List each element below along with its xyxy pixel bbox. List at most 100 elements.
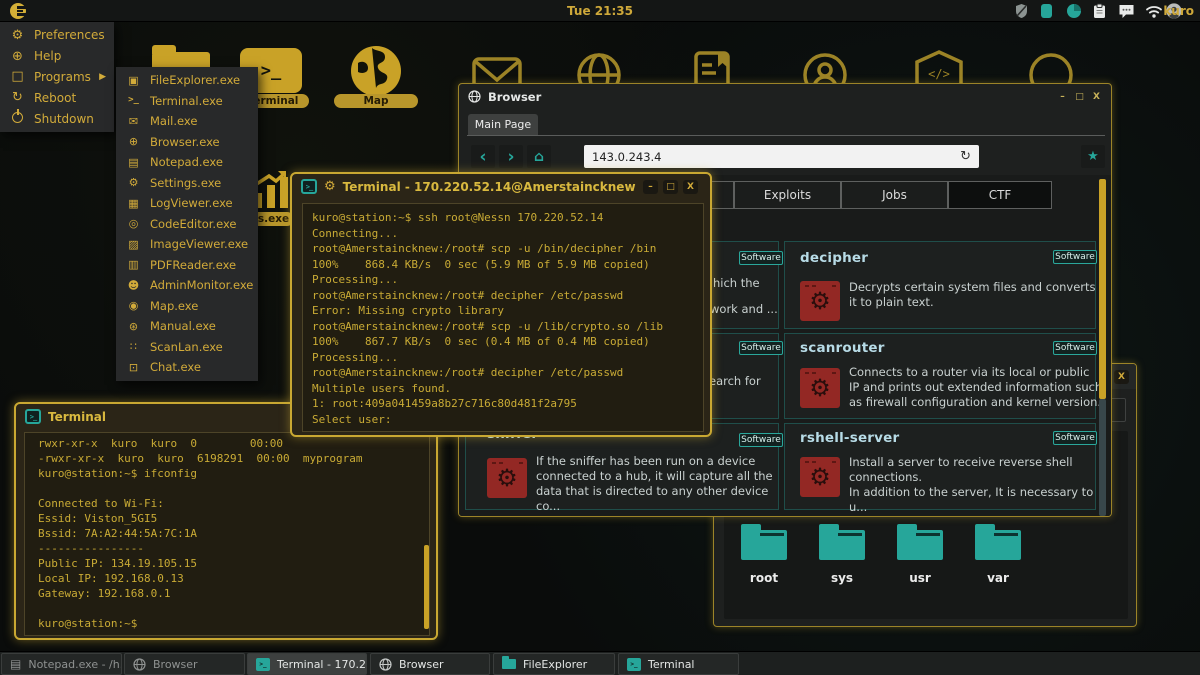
- menu-item-imageviewer-exe[interactable]: ▨ImageViewer.exe: [116, 234, 258, 255]
- tab-jobs[interactable]: Jobs: [841, 181, 948, 209]
- menu-item-codeeditor-exe[interactable]: ◎ CodeEditor.exe: [116, 214, 258, 235]
- terminal-glyph: >_: [261, 61, 281, 81]
- taskbar-item-label: Browser: [153, 658, 198, 671]
- menu-item-help[interactable]: ⊕ Help: [0, 46, 114, 67]
- globe-icon: ⊕: [126, 135, 141, 148]
- software-description: If the sniffer has been run on a device …: [536, 454, 774, 514]
- globe-icon: ◉: [126, 299, 141, 312]
- folder-icon-var[interactable]: [975, 530, 1021, 560]
- menu-item-pdfreader-exe[interactable]: ▥PDFReader.exe: [116, 255, 258, 276]
- chat-icon[interactable]: [1118, 4, 1135, 19]
- maximize-button[interactable]: □: [1072, 90, 1087, 104]
- folder-icon-root[interactable]: [741, 530, 787, 560]
- desktop-label-map[interactable]: Map: [334, 94, 418, 108]
- software-badge: Software: [1053, 250, 1097, 264]
- folder-label[interactable]: var: [975, 571, 1021, 585]
- close-button[interactable]: X: [1089, 90, 1104, 104]
- menu-item-settings-exe[interactable]: ⚙Settings.exe: [116, 173, 258, 194]
- menu-item-label: Browser.exe: [150, 135, 220, 149]
- desktop-icon-stocks[interactable]: [252, 170, 292, 208]
- globe-icon: [379, 658, 392, 671]
- menu-item-terminal-exe[interactable]: >_Terminal.exe: [116, 91, 258, 112]
- disk-usage-icon[interactable]: [1066, 3, 1082, 19]
- menu-item-manual-exe[interactable]: ⊛Manual.exe: [116, 316, 258, 337]
- software-title: rshell-server: [800, 430, 899, 446]
- menu-item-chat-exe[interactable]: ⊡Chat.exe: [116, 357, 258, 378]
- folder-icon-usr[interactable]: [897, 530, 943, 560]
- back-button[interactable]: ‹: [471, 145, 495, 168]
- taskbar-item-terminal-local[interactable]: >_ Terminal: [618, 653, 739, 675]
- username[interactable]: kuro: [1163, 4, 1194, 18]
- taskbar-item-notepad[interactable]: ▤ Notepad.exe - /h...: [1, 653, 122, 675]
- menu-item-label: Reboot: [34, 91, 76, 105]
- forward-button[interactable]: ›: [499, 145, 523, 168]
- tab-ctf[interactable]: CTF: [948, 181, 1052, 209]
- folder-label[interactable]: usr: [897, 571, 943, 585]
- software-card-scanrouter[interactable]: scanrouter Software ⚙ Connects to a rout…: [784, 333, 1096, 419]
- taskbar-item-browser-1[interactable]: Browser: [124, 653, 245, 675]
- menu-item-map-exe[interactable]: ◉Map.exe: [116, 296, 258, 317]
- reload-icon[interactable]: ↻: [960, 149, 971, 164]
- clipboard-icon[interactable]: [1092, 3, 1106, 19]
- system-logo-icon[interactable]: [9, 2, 27, 20]
- menu-item-reboot[interactable]: ↻ Reboot: [0, 87, 114, 108]
- lifebuoy-icon: ⊛: [126, 320, 141, 333]
- description-fragment: work and ...: [710, 302, 778, 316]
- taskbar-item-browser-2[interactable]: Browser: [370, 653, 490, 675]
- menu-item-label: CodeEditor.exe: [150, 217, 236, 231]
- home-button[interactable]: ⌂: [527, 145, 551, 168]
- software-app-icon: ⚙: [487, 458, 527, 498]
- browser-scrollbar-thumb[interactable]: [1099, 179, 1106, 399]
- terminal-main-output[interactable]: kuro@station:~$ ssh root@Nessn 170.220.5…: [302, 203, 704, 432]
- taskbar-item-terminal-remote[interactable]: >_ Terminal - 170.22...: [247, 653, 367, 675]
- person-icon: ☻: [126, 279, 141, 292]
- tab-exploits[interactable]: Exploits: [734, 181, 841, 209]
- gear-glyph: ⚙: [809, 463, 831, 491]
- bookmark-button[interactable]: ★: [1081, 145, 1105, 168]
- menu-item-shutdown[interactable]: Shutdown: [0, 108, 114, 129]
- menu-item-browser-exe[interactable]: ⊕ Browser.exe: [116, 132, 258, 153]
- menu-item-label: LogViewer.exe: [150, 196, 233, 210]
- terminal-glyph: >_: [306, 183, 312, 191]
- menu-item-adminmonitor-exe[interactable]: ☻AdminMonitor.exe: [116, 275, 258, 296]
- minimize-button[interactable]: –: [643, 180, 658, 194]
- terminal-small-output[interactable]: rwxr-xr-x kuro kuro 0 00:00 -rwxr-xr-x k…: [24, 432, 430, 636]
- url-bar[interactable]: 143.0.243.4 ↻: [584, 145, 979, 168]
- menu-item-preferences[interactable]: ⚙ Preferences: [0, 25, 114, 46]
- software-card-decipher[interactable]: decipher Software ⚙ Decrypts certain sys…: [784, 241, 1096, 329]
- menu-item-mail-exe[interactable]: ✉Mail.exe: [116, 111, 258, 132]
- folder-label[interactable]: sys: [819, 571, 865, 585]
- shield-disabled-icon[interactable]: [1014, 3, 1029, 19]
- submenu-arrow-icon: ▶: [99, 72, 106, 82]
- network-icon: ∷: [126, 340, 141, 353]
- terminal-scrollbar-thumb[interactable]: [424, 545, 429, 629]
- gear-glyph: ⚙: [809, 287, 831, 315]
- menu-item-logviewer-exe[interactable]: ▦LogViewer.exe: [116, 193, 258, 214]
- clock: Tue 21:35: [567, 4, 633, 18]
- power-icon: [10, 112, 25, 126]
- minimize-button[interactable]: –: [1055, 90, 1070, 104]
- close-button[interactable]: X: [1114, 370, 1129, 384]
- terminal-glyph: >_: [30, 413, 36, 421]
- software-badge: Software: [739, 251, 783, 265]
- system-menu: ⚙ Preferences ⊕ Help □ Programs ▶ ↻ Rebo…: [0, 22, 114, 132]
- menu-item-scanlan-exe[interactable]: ∷ScanLan.exe: [116, 337, 258, 358]
- browser-page-tab[interactable]: Main Page: [468, 114, 538, 135]
- close-button[interactable]: X: [683, 180, 698, 194]
- menu-item-notepad-exe[interactable]: ▤Notepad.exe: [116, 152, 258, 173]
- terminal-small-title: Terminal: [48, 410, 106, 424]
- browser-scrollbar-track[interactable]: [1099, 399, 1106, 516]
- folder-icon-sys[interactable]: [819, 530, 865, 560]
- battery-icon[interactable]: [1041, 4, 1052, 18]
- menu-item-fileexplorer-exe[interactable]: ▣FileExplorer.exe: [116, 70, 258, 91]
- code-icon: ◎: [126, 217, 141, 230]
- maximize-button[interactable]: □: [663, 180, 678, 194]
- menu-item-programs[interactable]: □ Programs ▶: [0, 67, 114, 88]
- folder-label[interactable]: root: [741, 571, 787, 585]
- browser-titlebar[interactable]: Browser: [459, 84, 1111, 109]
- software-description: Decrypts certain system files and conver…: [849, 280, 1097, 310]
- desktop-icon-map[interactable]: [347, 44, 405, 98]
- software-card-rshell-server[interactable]: rshell-server Software ⚙ Install a serve…: [784, 423, 1096, 510]
- taskbar-item-fileexplorer[interactable]: FileExplorer: [493, 653, 615, 675]
- wifi-icon[interactable]: [1145, 5, 1163, 18]
